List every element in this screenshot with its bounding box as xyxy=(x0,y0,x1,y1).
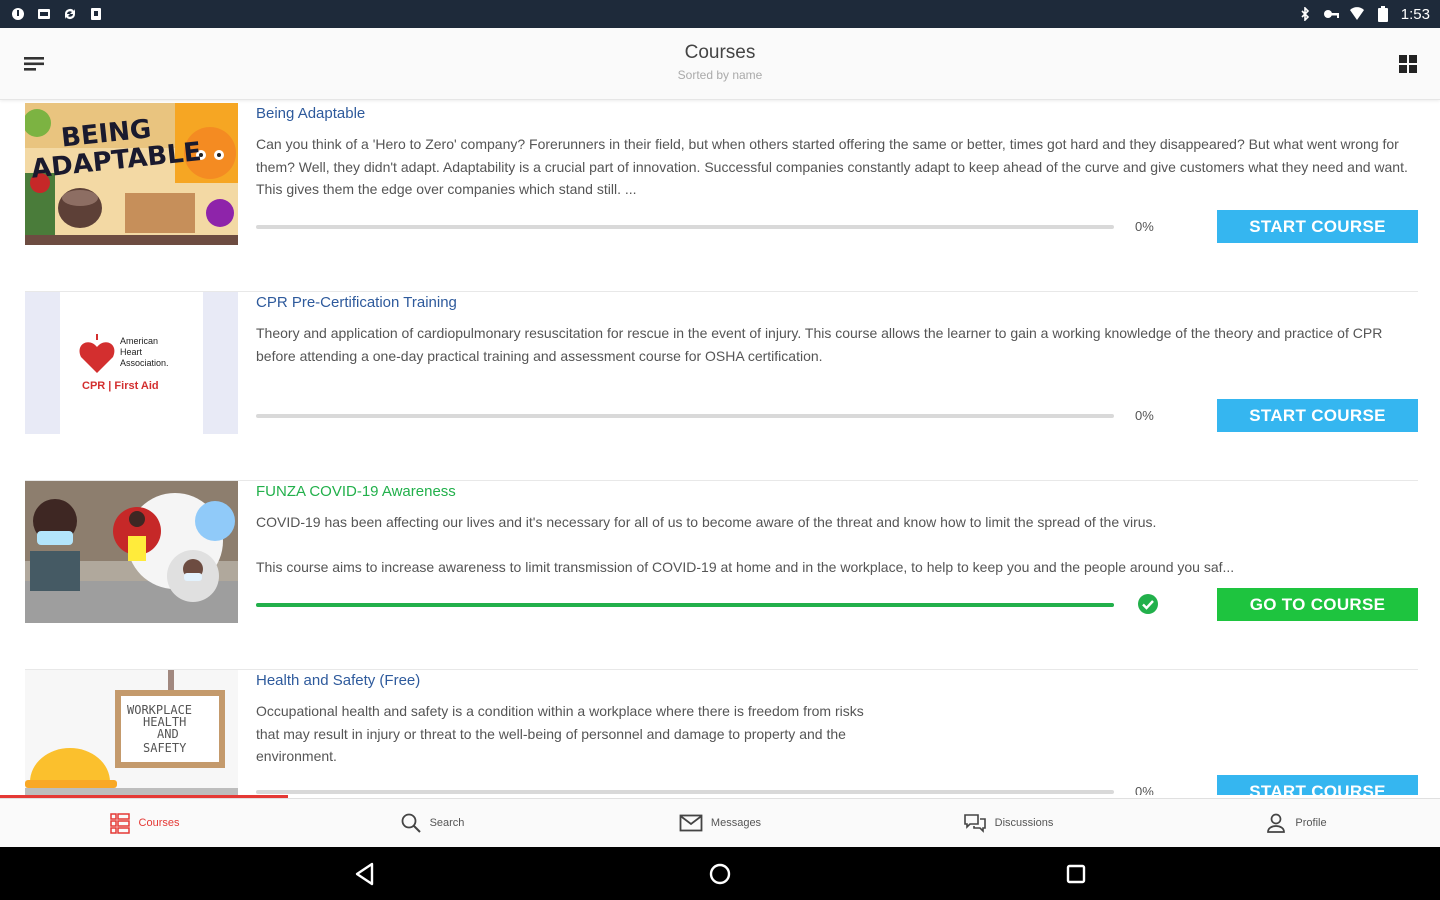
course-list[interactable]: BEING ADAPTABLE Being Adaptable Can you … xyxy=(0,101,1440,795)
system-navigation-bar xyxy=(0,847,1440,900)
course-progress-label: 0% xyxy=(1135,219,1154,234)
course-progress-label: 0% xyxy=(1135,408,1154,423)
aha-logo-subline: CPR | First Aid xyxy=(82,380,159,392)
covid-awareness-image xyxy=(25,481,238,623)
sync-notification-icon xyxy=(62,6,78,22)
nav-profile[interactable]: Profile xyxy=(1152,799,1440,847)
recents-square-icon xyxy=(1066,864,1086,884)
description-paragraph: Occupational health and safety is a cond… xyxy=(256,703,864,764)
description-paragraph: COVID-19 has been affecting our lives an… xyxy=(256,514,1157,530)
download-notification-icon xyxy=(88,6,104,22)
aha-logo-line-2: Heart xyxy=(120,347,143,357)
home-button[interactable] xyxy=(707,861,733,887)
course-title[interactable]: Health and Safety (Free) xyxy=(256,672,420,689)
workplace-safety-image: WORKPLACE HEALTH AND SAFETY xyxy=(25,670,238,795)
course-progress-bar xyxy=(256,414,1114,418)
home-circle-icon xyxy=(709,863,731,885)
status-bar-system: 1:53 xyxy=(1297,6,1430,23)
back-button[interactable] xyxy=(352,861,378,887)
bottom-navigation: Courses Search Messages Discussions Prof… xyxy=(0,798,1440,847)
course-description: Theory and application of cardiopulmonar… xyxy=(256,322,1421,389)
start-course-button[interactable]: START COURSE xyxy=(1217,210,1418,243)
app-notification-icon xyxy=(10,6,26,22)
course-description: COVID-19 has been affecting our lives an… xyxy=(256,511,1421,600)
course-thumbnail[interactable]: American Heart Association. CPR | First … xyxy=(25,292,238,434)
aha-logo-line-3: Association. xyxy=(120,358,169,368)
go-to-course-button[interactable]: GO TO COURSE xyxy=(1217,588,1418,621)
person-icon xyxy=(1267,813,1286,833)
course-progress-bar xyxy=(256,790,1114,794)
safety-board-line-4: SAFETY xyxy=(143,741,187,755)
course-card[interactable]: FUNZA COVID-19 Awareness COVID-19 has be… xyxy=(25,481,1418,670)
page-title: Courses xyxy=(684,42,756,63)
nav-messages[interactable]: Messages xyxy=(576,799,864,847)
nav-discussions-label: Discussions xyxy=(994,817,1054,829)
course-progress-label: 0% xyxy=(1135,784,1154,795)
wifi-icon xyxy=(1349,6,1365,22)
courses-icon xyxy=(109,813,130,834)
nav-profile-label: Profile xyxy=(1295,817,1327,829)
course-title[interactable]: Being Adaptable xyxy=(256,105,365,122)
aha-logo-line-1: American xyxy=(120,336,158,346)
chat-icon xyxy=(963,814,986,833)
course-thumbnail[interactable]: WORKPLACE HEALTH AND SAFETY xyxy=(25,670,238,795)
vpn-key-icon xyxy=(1323,6,1339,22)
description-paragraph: Theory and application of cardiopulmonar… xyxy=(256,325,1383,364)
nav-search-label: Search xyxy=(429,817,465,829)
back-triangle-icon xyxy=(355,862,374,886)
course-card[interactable]: WORKPLACE HEALTH AND SAFETY Health and S… xyxy=(25,670,1418,795)
course-title[interactable]: CPR Pre-Certification Training xyxy=(256,294,457,311)
course-progress-bar xyxy=(256,603,1114,607)
aha-cpr-logo-image: American Heart Association. CPR | First … xyxy=(25,292,238,434)
status-time: 1:53 xyxy=(1400,5,1430,23)
course-thumbnail[interactable] xyxy=(25,481,238,623)
search-icon xyxy=(401,813,421,833)
nav-courses-label: Courses xyxy=(138,817,180,829)
recents-button[interactable] xyxy=(1063,861,1089,887)
safety-board-line-3: AND xyxy=(157,727,179,741)
course-title[interactable]: FUNZA COVID-19 Awareness xyxy=(256,483,456,500)
nav-discussions[interactable]: Discussions xyxy=(864,799,1152,847)
course-progress-bar xyxy=(256,225,1114,229)
status-bar-notifications xyxy=(10,6,104,22)
description-paragraph: This course aims to increase awareness t… xyxy=(256,558,1235,575)
course-thumbnail[interactable]: BEING ADAPTABLE xyxy=(25,103,238,245)
header-title-block: Courses Sorted by name xyxy=(0,42,1440,82)
nav-courses[interactable]: Courses xyxy=(0,799,288,847)
app-bar: Courses Sorted by name xyxy=(0,28,1440,100)
course-card[interactable]: BEING ADAPTABLE Being Adaptable Can you … xyxy=(25,103,1418,292)
gallery-notification-icon xyxy=(36,6,52,22)
being-adaptable-image: BEING ADAPTABLE xyxy=(25,103,238,245)
completed-check-icon xyxy=(1137,593,1159,615)
description-paragraph: Can you think of a 'Hero to Zero' compan… xyxy=(256,136,1408,197)
status-bar: 1:53 xyxy=(0,0,1440,28)
mail-icon xyxy=(679,814,703,832)
grid-view-button[interactable] xyxy=(1398,54,1418,74)
start-course-button[interactable]: START COURSE xyxy=(1217,399,1418,432)
grid-view-icon xyxy=(1399,55,1417,73)
start-course-button[interactable]: START COURSE xyxy=(1217,775,1418,795)
course-card[interactable]: American Heart Association. CPR | First … xyxy=(25,292,1418,481)
nav-messages-label: Messages xyxy=(710,817,762,829)
course-description: Occupational health and safety is a cond… xyxy=(256,700,876,790)
bluetooth-icon xyxy=(1297,6,1313,22)
page-subtitle: Sorted by name xyxy=(677,68,763,82)
nav-search[interactable]: Search xyxy=(288,799,576,847)
battery-icon xyxy=(1375,6,1391,22)
